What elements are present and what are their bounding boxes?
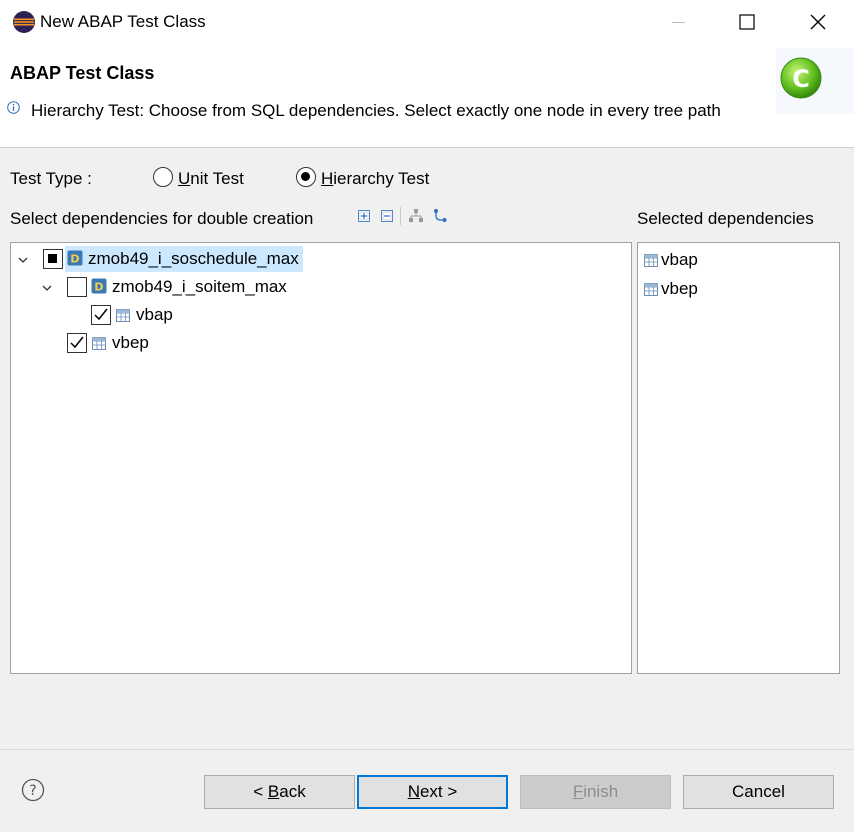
minimize-icon [672,22,685,23]
expand-all-icon[interactable] [355,207,373,225]
tree-node-label[interactable]: zmob49_i_soitem_max [112,277,287,297]
chevron-down-icon[interactable] [40,280,54,294]
maximize-icon [739,14,755,30]
eclipse-icon [12,10,36,34]
table-icon [92,335,108,351]
tree-node-checkbox-checked[interactable] [67,333,87,353]
unit-test-radio[interactable] [153,167,173,187]
list-item[interactable]: vbap [661,250,698,270]
next-text: ext > [419,782,458,801]
cds-view-icon: D [67,250,83,266]
hierarchy-test-label[interactable]: Hierarchy Test [321,169,429,189]
tree-node-checkbox-partial[interactable] [43,249,63,269]
back-button[interactable]: < Back [204,775,355,809]
unit-test-mnemonic: U [178,169,191,188]
abap-class-logo-icon: C [770,48,854,114]
svg-text:?: ? [29,783,36,799]
tree-node-label[interactable]: vbep [112,333,149,353]
next-button[interactable]: Next > [357,775,508,809]
dialog-header [0,44,854,148]
table-icon [116,307,132,323]
cancel-button[interactable]: Cancel [683,775,834,809]
unit-test-label[interactable]: Unit Test [178,169,244,189]
toolbar-separator [400,207,401,225]
back-mnemonic: B [267,782,280,801]
finish-button[interactable]: Finish [520,775,671,809]
finish-mnemonic: F [572,782,584,801]
hierarchy-test-mnemonic: H [321,169,334,188]
svg-text:D: D [94,281,103,294]
hierarchy-test-text: ierarchy Test [333,169,430,188]
info-icon [7,99,20,114]
tree-node-label[interactable]: zmob49_i_soschedule_max [88,249,299,269]
close-button[interactable] [783,0,853,44]
cds-view-icon: D [91,278,107,294]
hierarchy-icon[interactable] [407,207,425,225]
maximize-button[interactable] [712,0,782,44]
footer-separator [0,749,854,750]
table-icon [644,281,660,297]
next-mnemonic: N [407,782,420,801]
hierarchy-test-radio[interactable] [296,167,316,187]
finish-text: inish [583,782,619,801]
tree-node-checkbox[interactable] [67,277,87,297]
table-icon [644,252,660,268]
window-title: New ABAP Test Class [40,12,206,31]
close-icon [810,14,826,30]
help-icon[interactable]: ? [21,778,45,802]
unit-test-text: nit Test [190,169,244,188]
svg-text:D: D [70,253,79,266]
header-message: Hierarchy Test: Choose from SQL dependen… [31,101,721,120]
selected-dependencies-label: Selected dependencies [637,209,814,228]
chevron-down-icon[interactable] [16,252,30,266]
show-path-icon[interactable] [431,207,449,225]
svg-text:C: C [792,65,810,93]
back-text: ack [279,782,306,801]
collapse-all-icon[interactable] [378,207,396,225]
list-item[interactable]: vbep [661,279,698,299]
page-title: ABAP Test Class [10,63,155,83]
selected-dependencies-list[interactable] [637,242,840,674]
test-type-label: Test Type : [10,169,92,188]
back-prefix: < [253,782,268,801]
tree-node-label[interactable]: vbap [136,305,173,325]
minimize-button[interactable] [644,0,714,44]
tree-node-checkbox-checked[interactable] [91,305,111,325]
dependencies-label: Select dependencies for double creation [10,209,314,228]
